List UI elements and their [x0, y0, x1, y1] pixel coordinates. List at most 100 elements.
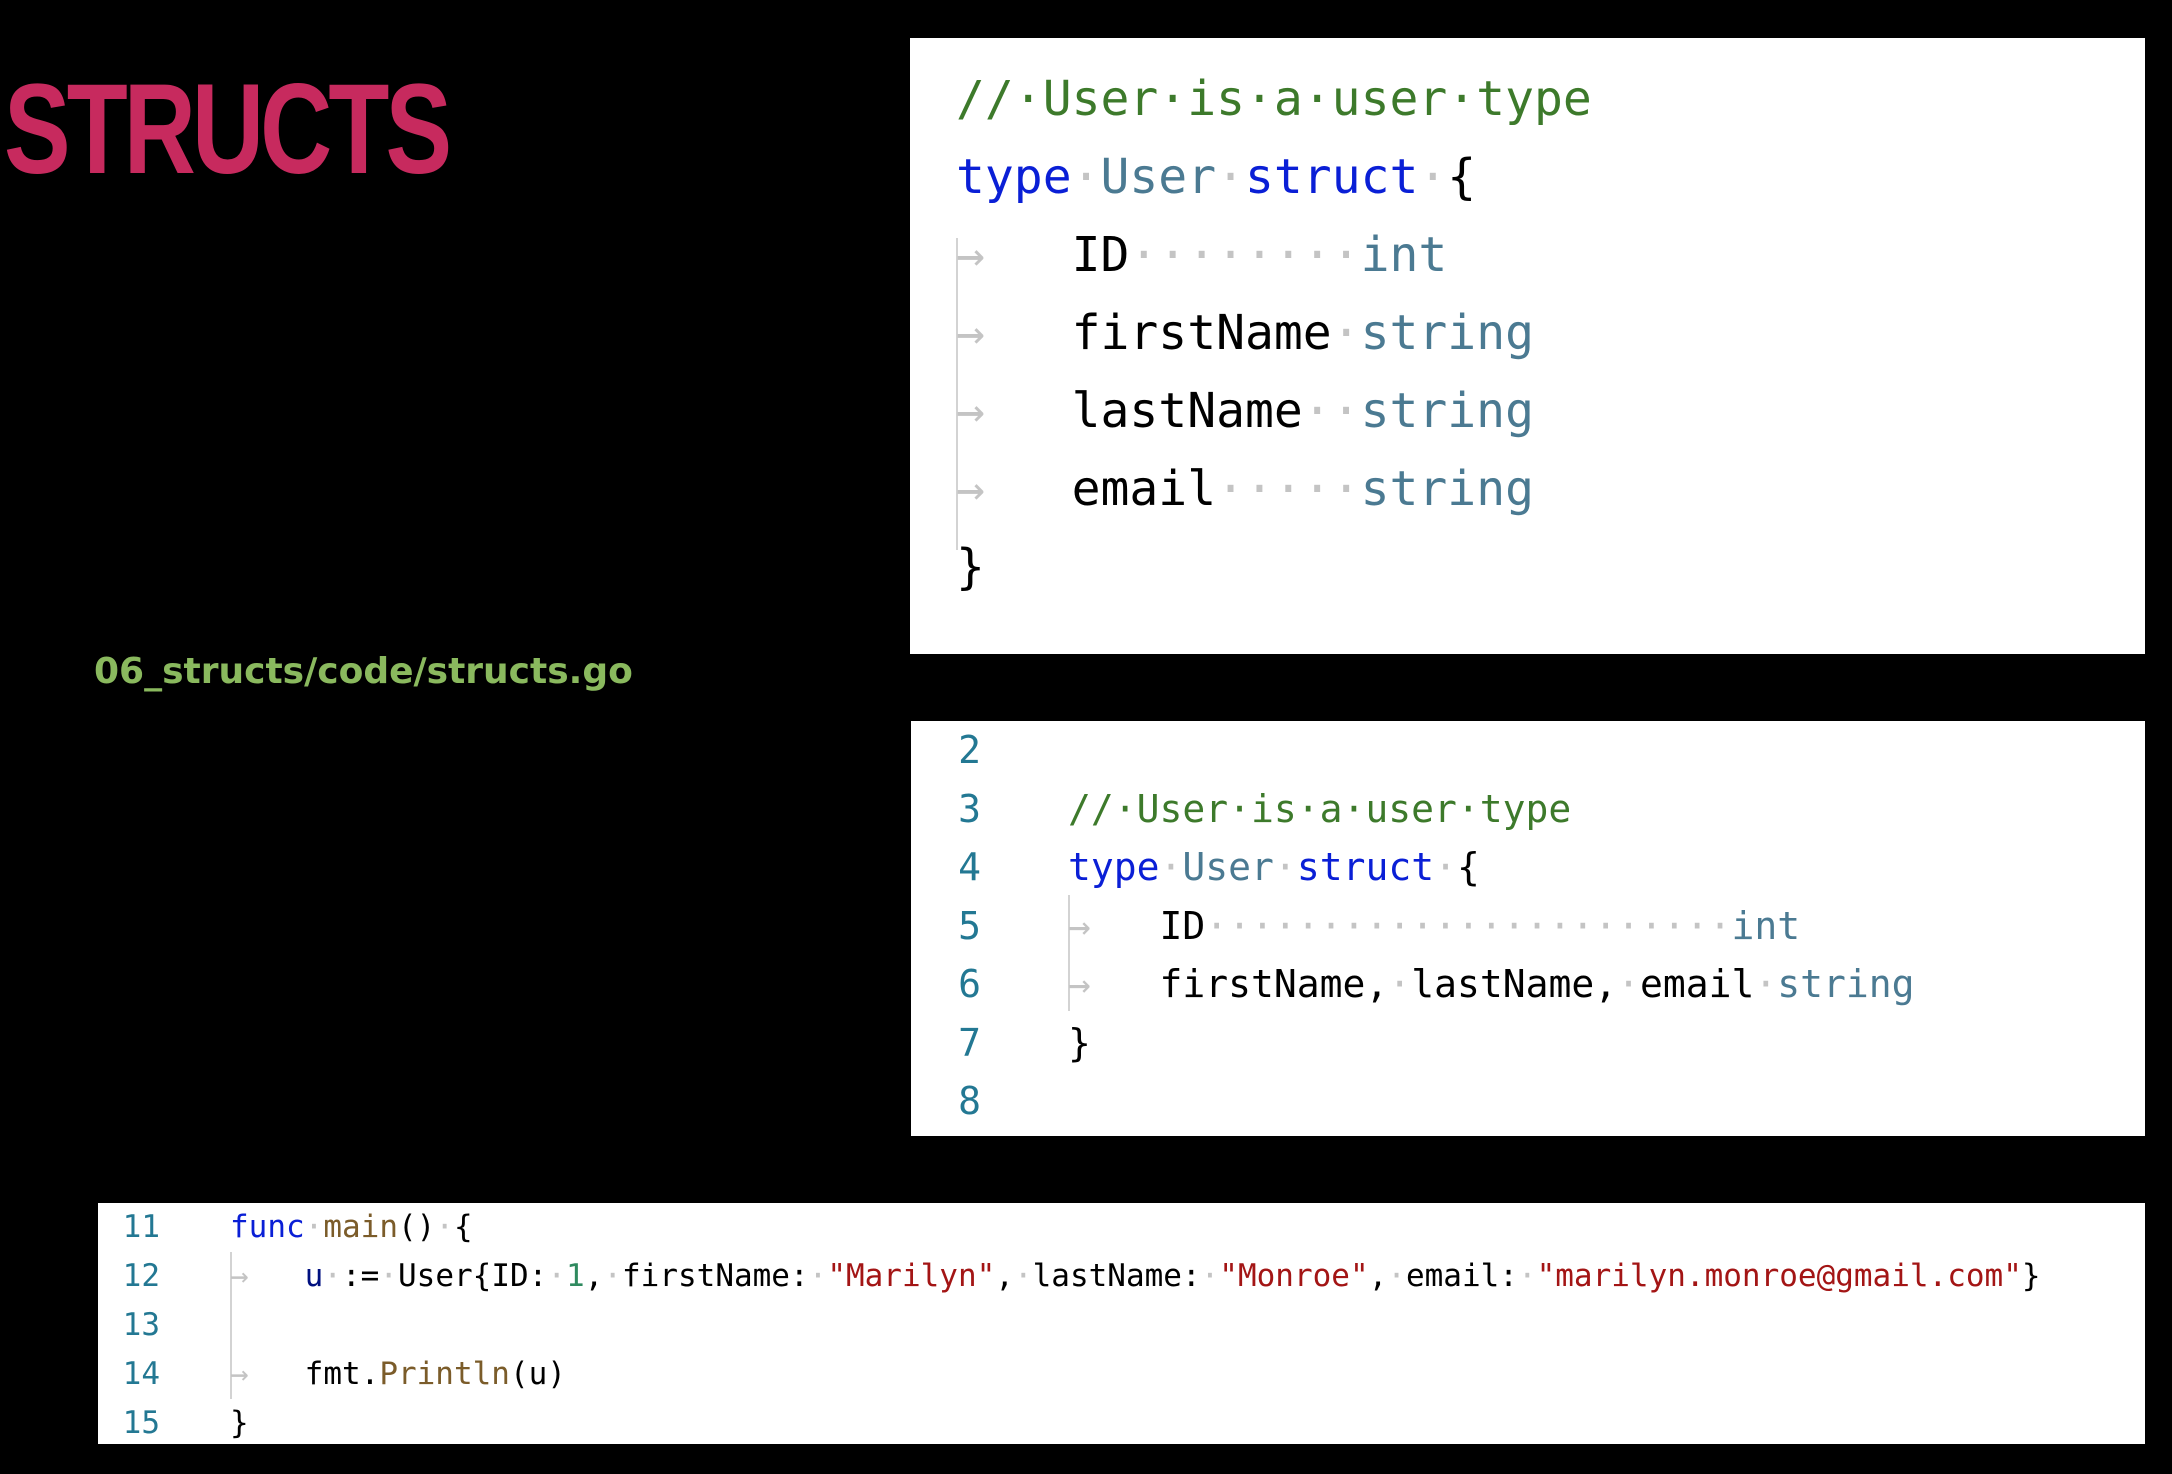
line-number: 8	[958, 1079, 981, 1123]
whitespace-marker: ·	[1387, 1258, 1406, 1294]
code-line: 4 type·User·struct·{	[911, 838, 2145, 896]
code-type-name: string	[1360, 383, 1534, 439]
whitespace-marker: ·	[1388, 962, 1412, 1006]
code-type-name: User	[1100, 149, 1217, 205]
whitespace-marker: ·	[379, 1258, 398, 1294]
code-token: firstName,	[1159, 962, 1389, 1006]
code-token: ,	[1368, 1258, 1388, 1294]
code-type-name: int	[1360, 227, 1448, 283]
code-text: → u·:=·User{ID:·1,·firstName:·"Marilyn",…	[230, 1252, 2041, 1301]
code-token: }	[1068, 1020, 1091, 1065]
code-variable: u	[304, 1258, 324, 1294]
code-type-name: string	[1360, 305, 1534, 361]
code-string-literal: "marilyn.monroe@gmail.com"	[1536, 1258, 2022, 1294]
code-text: → lastName··string	[956, 372, 1534, 450]
code-text: }	[230, 1399, 249, 1444]
tab-indent-marker: →	[1068, 903, 1160, 948]
code-token: (u)	[509, 1356, 566, 1392]
code-line: 14 → fmt.Println(u)	[98, 1350, 2145, 1399]
code-text: //·User·is·a·user·type	[1068, 780, 1571, 838]
line-number: 3	[958, 786, 981, 831]
code-token: :=	[342, 1258, 380, 1294]
code-line: type·User·struct·{	[910, 138, 2145, 216]
code-line: //·User·is·a·user·type	[910, 60, 2145, 138]
code-comment: //·User·is·a·user·type	[1068, 786, 1572, 831]
code-snippet-struct-grouped: 2 3 //·User·is·a·user·type 4 type·User·struc…	[911, 721, 2145, 1136]
code-token: }	[956, 539, 985, 595]
line-number: 2	[958, 728, 981, 772]
whitespace-marker: ·	[808, 1258, 828, 1294]
code-snippet-struct-fields: //·User·is·a·user·type type·User·struct·{…	[910, 38, 2145, 654]
code-token: ID	[1159, 903, 1206, 948]
whitespace-marker: ·	[1159, 845, 1183, 889]
code-line: → email·····string	[910, 450, 2145, 528]
whitespace-marker: ·	[1071, 149, 1101, 205]
code-line: → lastName··string	[910, 372, 2145, 450]
code-function-name: Println	[379, 1356, 510, 1392]
code-token: }	[230, 1405, 249, 1441]
code-token: firstName	[1071, 305, 1332, 361]
code-keyword: struct	[1296, 845, 1435, 889]
whitespace-marker: ·····	[1216, 461, 1361, 517]
line-number: 11	[122, 1209, 160, 1245]
code-keyword: type	[956, 149, 1072, 205]
code-string-literal: "Marilyn"	[827, 1258, 996, 1294]
whitespace-marker: ·	[603, 1258, 622, 1294]
tab-indent-marker: →	[956, 227, 1072, 283]
code-text: → ID········int	[956, 216, 1447, 294]
whitespace-marker: ·	[1434, 845, 1457, 889]
code-line: → ID········int	[910, 216, 2145, 294]
code-token: email:	[1405, 1258, 1518, 1294]
tab-indent-marker: →	[1068, 962, 1160, 1006]
line-number: 15	[122, 1405, 160, 1441]
line-number: 14	[122, 1356, 160, 1392]
tab-indent-marker: →	[230, 1258, 305, 1294]
line-number: 12	[122, 1258, 160, 1294]
whitespace-marker: ·	[1331, 305, 1361, 361]
whitespace-marker: ·	[1617, 962, 1640, 1006]
code-text: }	[1068, 1014, 1091, 1072]
whitespace-marker: ········	[1129, 227, 1361, 283]
code-token: {	[453, 1209, 473, 1245]
code-text: → firstName·string	[956, 294, 1534, 372]
code-keyword: type	[1068, 845, 1160, 889]
code-token: }	[2021, 1258, 2041, 1294]
code-type-name: int	[1731, 903, 1801, 948]
tab-indent-marker: →	[956, 305, 1072, 361]
code-token: ID	[1071, 227, 1130, 283]
code-text: → firstName,·lastName,·email·string	[1068, 955, 1915, 1013]
code-line: 15}	[98, 1399, 2145, 1444]
code-line: 13	[98, 1301, 2145, 1350]
whitespace-marker: ··	[1302, 383, 1361, 439]
code-function-name: main	[323, 1209, 398, 1245]
code-line: 12 → u·:=·User{ID:·1,·firstName:·"Marilyn…	[98, 1252, 2145, 1301]
code-text: func·main()·{	[230, 1203, 473, 1252]
code-line: 3 //·User·is·a·user·type	[911, 780, 2145, 838]
code-keyword: struct	[1245, 149, 1419, 205]
whitespace-marker: ·	[304, 1209, 324, 1245]
code-type-name: string	[1777, 962, 1915, 1006]
code-line: 5 → ID·······················int	[911, 897, 2145, 955]
code-token: {	[1447, 149, 1477, 205]
code-text: → email·····string	[956, 450, 1534, 528]
whitespace-marker: ·	[547, 1258, 566, 1294]
code-line: 11 func·main()·{	[98, 1203, 2145, 1252]
whitespace-marker: ·	[323, 1258, 342, 1294]
code-line: }	[910, 528, 2145, 606]
code-token: lastName,	[1411, 962, 1618, 1006]
tab-indent-marker: →	[956, 461, 1072, 517]
code-token: ,	[584, 1258, 604, 1294]
code-token: email	[1639, 962, 1755, 1006]
code-text: type·User·struct·{	[956, 138, 1476, 216]
code-line: → firstName·string	[910, 294, 2145, 372]
whitespace-marker: ·	[1216, 149, 1245, 205]
code-text: → fmt.Println(u)	[230, 1350, 566, 1399]
code-line: 2	[911, 721, 2145, 779]
code-comment: //·User·is·a·user·type	[956, 71, 1592, 127]
code-line: 8	[911, 1072, 2145, 1130]
code-token: firstName:	[622, 1258, 809, 1294]
code-token: ,	[995, 1258, 1014, 1294]
code-token: lastName:	[1032, 1258, 1201, 1294]
line-number: 13	[122, 1307, 160, 1343]
slide-title: STRUCTS	[4, 58, 452, 201]
